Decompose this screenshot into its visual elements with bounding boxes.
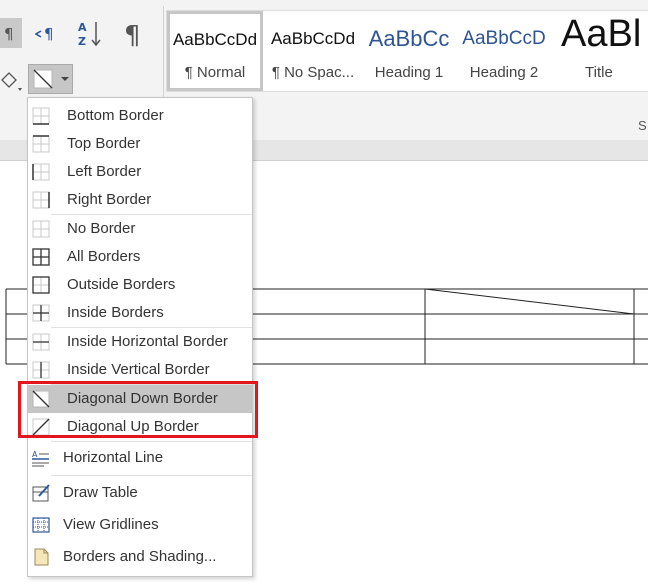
svg-text:¶: ¶ — [124, 21, 141, 48]
style-preview: AaBbCcD — [462, 28, 546, 49]
menu-item-label: Outside Borders — [67, 276, 176, 293]
menu-item-all-borders[interactable]: All Borders — [28, 243, 252, 271]
all-borders-icon — [32, 248, 50, 266]
menu-item-inside-vertical-border[interactable]: Inside Vertical Border — [28, 356, 252, 384]
paint-bucket-icon — [1, 72, 22, 91]
menu-item-left-border[interactable]: Left Border — [28, 158, 252, 186]
menu-item-draw-table[interactable]: Draw Table — [28, 477, 252, 509]
pilcrow-rtl-icon: ¶ — [35, 25, 54, 43]
style-heading-1[interactable]: AaBbCc Heading 1 — [363, 11, 455, 91]
sort-az-icon: A Z — [78, 21, 101, 48]
menu-item-label: Draw Table — [63, 484, 138, 501]
decrease-indent-button[interactable]: ¶ — [0, 18, 22, 48]
menu-item-label: Borders and Shading... — [63, 548, 217, 565]
menu-item-inside-borders[interactable]: Inside Borders — [28, 299, 252, 327]
style-name: ¶ No Spac... — [271, 64, 355, 81]
no-border-icon — [32, 220, 50, 238]
highlight-callout — [18, 381, 258, 438]
pilcrow-icon: ¶ — [124, 21, 141, 48]
style-preview: AaBbCcDd — [172, 30, 258, 49]
menu-item-label: Right Border — [67, 191, 152, 208]
menu-separator — [51, 475, 252, 476]
menu-item-borders-and-shading[interactable]: Borders and Shading... — [28, 541, 252, 573]
rtl-direction-button[interactable]: ¶ — [32, 18, 62, 48]
svg-text:Z: Z — [78, 35, 86, 48]
shading-button[interactable] — [0, 66, 24, 96]
gridlines-icon — [32, 517, 50, 533]
svg-text:A: A — [78, 21, 87, 34]
page-icon — [34, 548, 49, 566]
bottom-border-icon — [32, 107, 50, 125]
style-heading-2[interactable]: AaBbCcD Heading 2 — [459, 11, 549, 91]
styles-gallery[interactable]: AaBbCcDd ¶ Normal AaBbCcDd ¶ No Spac... … — [166, 10, 648, 92]
menu-item-label: Top Border — [67, 135, 141, 152]
menu-item-label: Bottom Border — [67, 107, 164, 124]
chevron-down-icon — [60, 77, 69, 81]
style-normal[interactable]: AaBbCcDd ¶ Normal — [167, 11, 263, 91]
style-name: ¶ Normal — [184, 64, 246, 81]
styles-group-label: S — [638, 118, 647, 133]
pilcrow-ltr-icon: ¶ — [4, 25, 14, 41]
borders-dropdown-button[interactable] — [28, 64, 73, 94]
menu-item-label: Horizontal Line — [63, 449, 164, 466]
style-name: Heading 1 — [374, 64, 444, 81]
style-name: Heading 2 — [469, 64, 539, 81]
inside-borders-icon — [32, 304, 50, 322]
diagonal-down-border-icon — [33, 69, 52, 89]
style-name: Title — [585, 64, 613, 81]
menu-item-label: No Border — [67, 220, 136, 237]
svg-text:¶: ¶ — [4, 25, 14, 41]
menu-item-right-border[interactable]: Right Border — [28, 186, 252, 214]
right-border-icon — [32, 191, 50, 209]
menu-item-label: View Gridlines — [63, 516, 159, 533]
menu-item-label: Inside Horizontal Border — [67, 333, 228, 350]
menu-item-bottom-border[interactable]: Bottom Border — [28, 102, 252, 130]
menu-item-label: Inside Vertical Border — [67, 361, 210, 378]
menu-item-outside-borders[interactable]: Outside Borders — [28, 271, 252, 299]
draw-table-icon — [32, 484, 50, 502]
menu-item-top-border[interactable]: Top Border — [28, 130, 252, 158]
outside-borders-icon — [32, 276, 50, 294]
horizontal-line-icon: A — [32, 450, 49, 467]
menu-item-inside-horizontal-border[interactable]: Inside Horizontal Border — [28, 328, 252, 356]
menu-item-horizontal-line[interactable]: A Horizontal Line — [28, 442, 252, 474]
style-preview: AaBbCc — [368, 26, 450, 51]
menu-item-view-gridlines[interactable]: View Gridlines — [28, 509, 252, 541]
menu-item-label: All Borders — [67, 248, 141, 265]
borders-menu: Bottom Border Top Border Left Border Rig… — [27, 97, 253, 577]
style-preview: AaBbCcDd — [270, 29, 356, 48]
top-border-icon — [32, 135, 50, 153]
inside-vertical-border-icon — [32, 361, 50, 379]
style-title[interactable]: AaBl Title — [553, 11, 648, 91]
svg-text:¶: ¶ — [44, 25, 54, 43]
menu-item-label: Left Border — [67, 163, 142, 180]
menu-item-no-border[interactable]: No Border — [28, 215, 252, 243]
style-preview: AaBl — [561, 13, 642, 55]
sort-button[interactable]: A Z — [75, 17, 105, 51]
show-hide-marks-button[interactable]: ¶ — [118, 17, 148, 51]
svg-text:A: A — [32, 450, 38, 459]
menu-item-label: Inside Borders — [67, 304, 164, 321]
inside-horizontal-border-icon — [32, 333, 50, 351]
left-border-icon — [32, 163, 50, 181]
style-no-spacing[interactable]: AaBbCcDd ¶ No Spac... — [265, 11, 361, 91]
